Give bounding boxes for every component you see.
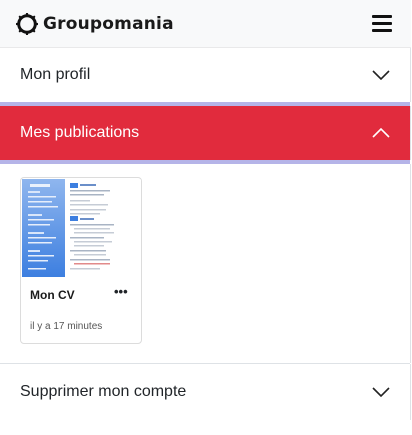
publication-card[interactable]: Mon CV ••• il y a 17 minutes (20, 177, 142, 344)
chevron-down-icon (372, 70, 390, 80)
section-mes-publications-title: Mes publications (20, 124, 140, 141)
section-supprimer-compte: Supprimer mon compte (0, 364, 411, 420)
brand-name: Groupomania (43, 14, 174, 34)
section-mes-publications: Mes publications (0, 106, 411, 160)
section-supprimer-compte-header[interactable]: Supprimer mon compte (0, 364, 410, 420)
chevron-up-icon (372, 128, 390, 138)
hamburger-menu-icon[interactable] (372, 15, 392, 32)
section-mon-profil-header[interactable]: Mon profil (0, 48, 410, 102)
more-options-icon[interactable]: ••• (114, 284, 128, 299)
section-mon-profil: Mon profil (0, 48, 411, 102)
brand-logo[interactable]: Groupomania (16, 12, 174, 36)
section-supprimer-compte-title: Supprimer mon compte (20, 383, 187, 400)
navbar: Groupomania (0, 0, 411, 48)
publication-timestamp: il y a 17 minutes (30, 321, 103, 332)
publication-thumbnail[interactable] (22, 179, 141, 277)
section-mon-profil-title: Mon profil (20, 66, 91, 83)
publication-title[interactable]: Mon CV (30, 288, 75, 302)
globe-outline-icon (16, 13, 38, 35)
publications-list: Mon CV ••• il y a 17 minutes (0, 164, 411, 363)
chevron-down-icon (372, 387, 390, 397)
cv-document-image (22, 179, 141, 277)
section-mes-publications-header[interactable]: Mes publications (0, 106, 410, 160)
